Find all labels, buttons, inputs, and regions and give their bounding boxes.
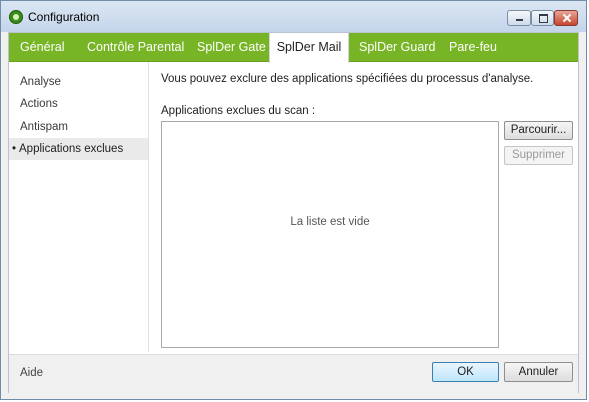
main-panel: Vous pouvez exclure des applications spé… bbox=[161, 62, 576, 352]
sidebar-item-antispam[interactable]: Antispam bbox=[9, 116, 148, 138]
app-logo-icon bbox=[9, 10, 23, 24]
panel-description: Vous pouvez exclure des applications spé… bbox=[161, 73, 534, 85]
close-button[interactable] bbox=[554, 10, 578, 26]
sidebar-item-actions[interactable]: Actions bbox=[9, 93, 148, 115]
excluded-apps-list[interactable]: La liste est vide bbox=[161, 121, 499, 348]
cancel-button[interactable]: Annuler bbox=[504, 362, 573, 382]
minimize-button[interactable] bbox=[507, 10, 531, 26]
maximize-button[interactable] bbox=[531, 10, 554, 26]
empty-list-message: La liste est vide bbox=[290, 216, 370, 228]
help-link[interactable]: Aide bbox=[20, 367, 43, 379]
sidebar-item-analyse[interactable]: Analyse bbox=[9, 71, 148, 93]
selected-bullet-icon: • bbox=[12, 143, 17, 155]
sidebar: Analyse Actions Antispam • Applications e… bbox=[9, 62, 149, 352]
tab-spider-mail[interactable]: SplDer Mail bbox=[269, 33, 349, 63]
tab-spider-guard[interactable]: SplDer Guard bbox=[359, 33, 435, 61]
sidebar-item-applications-exclues[interactable]: • Applications exclues bbox=[9, 138, 148, 160]
tab-controle-parental[interactable]: Contrôle Parental bbox=[87, 33, 184, 61]
browse-button[interactable]: Parcourir... bbox=[504, 121, 573, 140]
remove-button[interactable]: Supprimer bbox=[504, 146, 573, 165]
configuration-window: Configuration Général Contrôle Parental … bbox=[0, 0, 587, 400]
tab-spider-gate[interactable]: SplDer Gate bbox=[197, 33, 266, 61]
sidebar-item-label: Analyse bbox=[20, 76, 61, 88]
tab-pare-feu[interactable]: Pare-feu bbox=[449, 33, 497, 61]
dialog-client-area: Général Contrôle Parental SplDer Gate Sp… bbox=[8, 32, 579, 393]
window-title: Configuration bbox=[28, 10, 100, 24]
dialog-footer: Aide OK Annuler bbox=[9, 354, 578, 393]
title-bar[interactable]: Configuration bbox=[1, 1, 586, 32]
tab-bar: Général Contrôle Parental SplDer Gate Sp… bbox=[9, 33, 578, 63]
ok-button[interactable]: OK bbox=[432, 362, 499, 382]
tab-general[interactable]: Général bbox=[20, 33, 64, 61]
sidebar-item-label: Applications exclues bbox=[19, 143, 124, 155]
excluded-apps-label: Applications exclues du scan : bbox=[161, 105, 316, 117]
sidebar-item-label: Actions bbox=[20, 98, 58, 110]
sidebar-item-label: Antispam bbox=[20, 121, 68, 133]
